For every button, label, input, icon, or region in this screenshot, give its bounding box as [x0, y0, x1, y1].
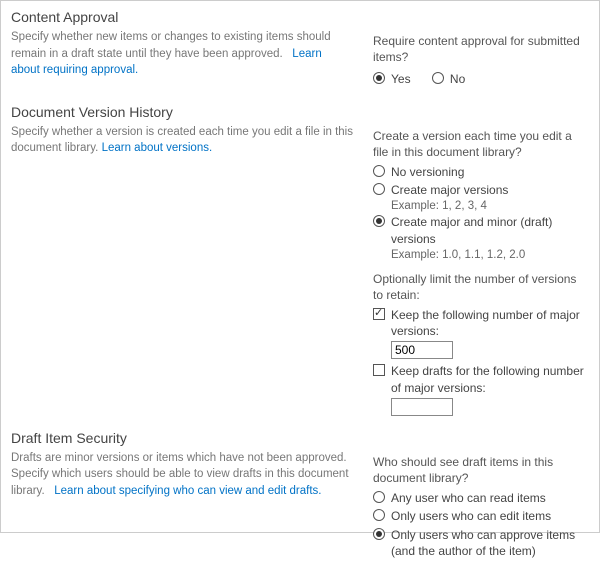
content-approval-desc-text: Specify whether new items or changes to …: [11, 31, 331, 60]
version-history-right: Create a version each time you edit a fi…: [373, 104, 589, 416]
radio-editors[interactable]: [373, 509, 385, 521]
content-approval-question: Require content approval for submitted i…: [373, 33, 589, 65]
radio-yes[interactable]: [373, 72, 385, 84]
draft-security-question: Who should see draft items in this docum…: [373, 454, 589, 486]
content-approval-left: Content Approval Specify whether new ite…: [11, 9, 373, 90]
content-approval-no-label: No: [450, 71, 465, 87]
checkbox-keep-drafts[interactable]: [373, 364, 385, 376]
draft-security-desc: Drafts are minor versions or items which…: [11, 450, 353, 500]
learn-draft-security-link[interactable]: Learn about specifying who can view and …: [54, 485, 321, 497]
keep-drafts-input-wrap: [391, 398, 589, 416]
label-major-minor-versions: Create major and minor (draft) versions: [391, 214, 589, 246]
section-content-approval: Content Approval Specify whether new ite…: [11, 9, 589, 90]
content-approval-desc: Specify whether new items or changes to …: [11, 29, 353, 79]
draft-security-title: Draft Item Security: [11, 430, 353, 446]
option-major-minor-versions[interactable]: Create major and minor (draft) versions: [373, 214, 589, 246]
label-keep-major: Keep the following number of major versi…: [391, 307, 589, 339]
input-keep-drafts[interactable]: [391, 398, 453, 416]
example-major: Example: 1, 2, 3, 4: [391, 200, 589, 212]
content-approval-no-row[interactable]: No: [432, 71, 465, 87]
label-major-versions: Create major versions: [391, 182, 508, 198]
radio-any-reader[interactable]: [373, 491, 385, 503]
radio-no-versioning[interactable]: [373, 165, 385, 177]
content-approval-title: Content Approval: [11, 9, 353, 25]
keep-major-input-wrap: [391, 341, 589, 359]
checkbox-keep-major[interactable]: [373, 308, 385, 320]
keep-drafts-row[interactable]: Keep drafts for the following number of …: [373, 363, 589, 395]
radio-major-minor-versions[interactable]: [373, 215, 385, 227]
version-question: Create a version each time you edit a fi…: [373, 128, 589, 160]
example-major-minor: Example: 1.0, 1.1, 1.2, 2.0: [391, 249, 589, 261]
version-history-desc: Specify whether a version is created eac…: [11, 124, 353, 157]
keep-major-row[interactable]: Keep the following number of major versi…: [373, 307, 589, 339]
radio-major-versions[interactable]: [373, 183, 385, 195]
radio-approvers[interactable]: [373, 528, 385, 540]
label-no-versioning: No versioning: [391, 164, 464, 180]
version-limit-question: Optionally limit the number of versions …: [373, 271, 589, 303]
radio-no[interactable]: [432, 72, 444, 84]
option-approvers[interactable]: Only users who can approve items (and th…: [373, 527, 589, 559]
label-any-reader: Any user who can read items: [391, 490, 546, 506]
section-version-history: Document Version History Specify whether…: [11, 104, 589, 416]
option-any-reader[interactable]: Any user who can read items: [373, 490, 589, 506]
label-editors: Only users who can edit items: [391, 508, 551, 524]
draft-security-left: Draft Item Security Drafts are minor ver…: [11, 430, 373, 561]
draft-security-right: Who should see draft items in this docum…: [373, 430, 589, 561]
section-draft-security: Draft Item Security Drafts are minor ver…: [11, 430, 589, 561]
label-keep-drafts: Keep drafts for the following number of …: [391, 363, 589, 395]
content-approval-yes-label: Yes: [391, 71, 411, 87]
learn-versions-link[interactable]: Learn about versions.: [102, 142, 213, 154]
option-major-versions[interactable]: Create major versions: [373, 182, 589, 198]
option-no-versioning[interactable]: No versioning: [373, 164, 589, 180]
option-editors[interactable]: Only users who can edit items: [373, 508, 589, 524]
content-approval-yes-row[interactable]: Yes: [373, 71, 411, 87]
input-keep-major[interactable]: [391, 341, 453, 359]
version-history-left: Document Version History Specify whether…: [11, 104, 373, 416]
content-approval-right: Require content approval for submitted i…: [373, 9, 589, 90]
label-approvers: Only users who can approve items (and th…: [391, 527, 589, 559]
version-history-title: Document Version History: [11, 104, 353, 120]
